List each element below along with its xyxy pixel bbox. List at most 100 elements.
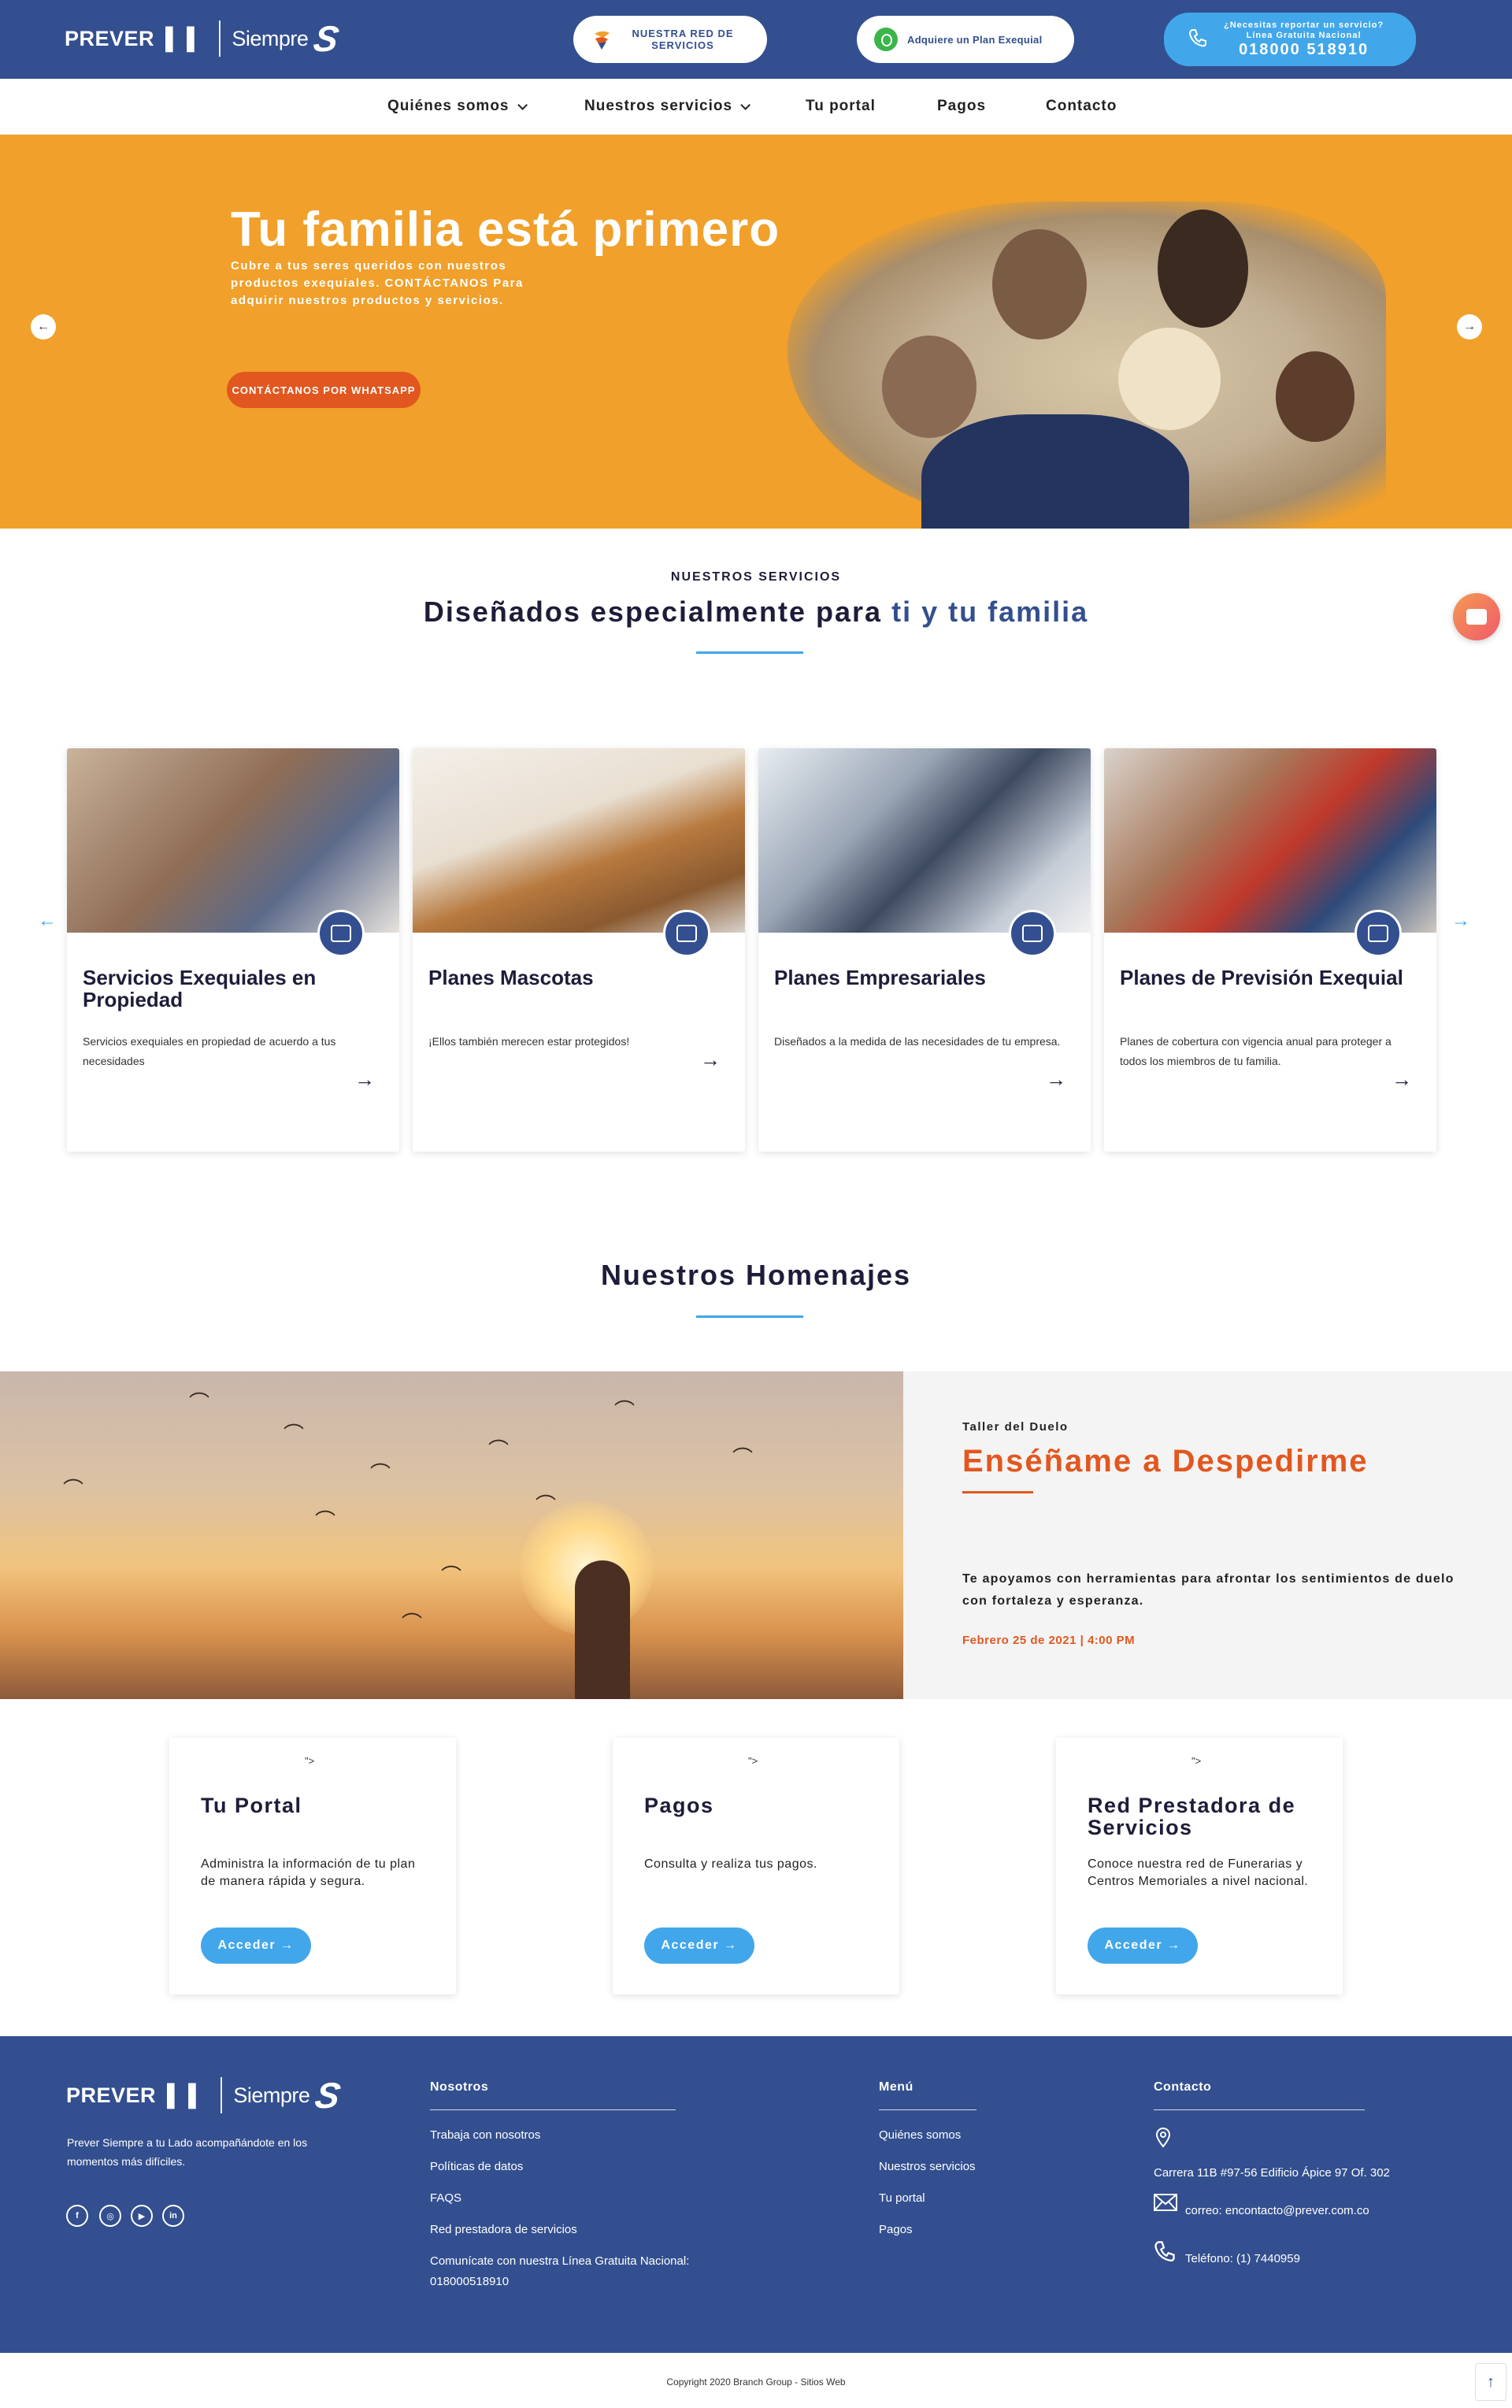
whatsapp-plan-label: Adquiere un Plan Exequial (907, 33, 1043, 46)
hero-prev-arrow-icon[interactable]: ← (31, 314, 56, 339)
copyright-bar: Copyright 2020 Branch Group - Sitios Web (0, 2353, 1512, 2408)
homenajes-title: Nuestros Homenajes (600, 1259, 912, 1291)
linkedin-icon[interactable]: in (162, 2205, 184, 2227)
main-nav: Quiénes somos Nuestros servicios Tu port… (0, 79, 1512, 135)
footer-link-trabaja[interactable]: Trabaja con nosotros (430, 2125, 540, 2146)
brand-swoosh-icon: S (312, 2075, 344, 2116)
service-card-image (67, 748, 399, 933)
footer-nosotros-heading: Nosotros (430, 2080, 489, 2094)
red-prestadora-card: "> Red Prestadora de Servicios Conoce nu… (1056, 1738, 1343, 1994)
pets-icon (663, 910, 710, 957)
report-phone-number: 018000 518910 (1239, 40, 1369, 58)
report-line-1: ¿Necesitas reportar un servicio? (1224, 20, 1384, 30)
homenaje-description: Te apoyamos con herramientas para afront… (962, 1572, 1455, 1608)
nav-pagos[interactable]: Pagos (937, 98, 986, 115)
brand-prever: PREVER (66, 2083, 157, 2107)
service-card-desc: Diseñados a la medida de las necesidades… (774, 1035, 1061, 1048)
portal-card-desc: Administra la información de tu plan de … (201, 1857, 416, 1888)
arrow-right-icon[interactable]: → (1392, 1067, 1412, 1092)
footer-tagline: Prever Siempre a tu Lado acompañándote e… (67, 2136, 308, 2168)
report-line-2: Línea Gratuita Nacional (1246, 30, 1362, 40)
hero-whatsapp-button[interactable]: CONTÁCTANOS POR WHATSAPP (227, 372, 421, 408)
business-icon (1009, 910, 1056, 957)
nav-tu-portal[interactable]: Tu portal (806, 98, 876, 115)
red-servicios-label: NUESTRA RED DE SERVICIOS (632, 28, 734, 51)
hero-next-arrow-icon[interactable]: → (1457, 314, 1482, 339)
footer-address: Carrera 11B #97-56 Edificio Ápice 97 Of.… (1154, 2166, 1390, 2180)
footer-menu-quienes[interactable]: Quiénes somos (879, 2125, 961, 2146)
pagos-card-title: Pagos (644, 1794, 714, 1817)
brand-divider (219, 20, 221, 57)
service-card[interactable]: Planes de Previsión Exequial Planes de c… (1104, 748, 1436, 1152)
homenajes-underline (696, 1315, 803, 1318)
hero-family-photo (788, 202, 1386, 529)
nav-label: Nuestros servicios (584, 98, 733, 114)
footer-link-red[interactable]: Red prestadora de servicios (430, 2220, 577, 2240)
footer-menu-pagos[interactable]: Pagos (879, 2220, 913, 2240)
pagos-access-button[interactable]: Acceder → (644, 1928, 754, 1964)
hero-subtitle: Cubre a tus seres queridos con nuestros … (231, 259, 524, 307)
service-card-title: Servicios Exequiales en Propiedad (83, 966, 317, 1011)
red-prestadora-access-button[interactable]: Acceder → (1088, 1928, 1198, 1964)
brand-siempre: Siempre (232, 26, 309, 50)
hero-slider: Tu familia está primero Cubre a tus sere… (0, 135, 1512, 529)
homenaje-date: Febrero 25 de 2021 | 4:00 PM (962, 1634, 1136, 1647)
card-symbol: "> (748, 1755, 758, 1767)
homenaje-headline[interactable]: Enséñame a Despedirme (962, 1444, 1369, 1479)
brand-logo[interactable]: PREVER ▌▌ Siempre S (65, 17, 343, 60)
nav-quienes-somos[interactable]: Quiénes somos (387, 98, 528, 115)
chat-icon[interactable] (1453, 593, 1500, 640)
services-prev-arrow-icon[interactable]: ← (38, 910, 57, 932)
service-card[interactable]: Servicios Exequiales en Propiedad Servic… (67, 748, 399, 1152)
service-card-desc: Planes de cobertura con vigencia anual p… (1120, 1035, 1392, 1067)
hero-title: Tu familia está primero (231, 202, 780, 257)
instagram-icon[interactable]: ◎ (99, 2205, 121, 2227)
footer-link-linea[interactable]: Comunícate con nuestra Línea Gratuita Na… (430, 2251, 745, 2292)
nav-label: Pagos (937, 98, 987, 114)
service-card-desc: Servicios exequiales en propiedad de acu… (83, 1035, 336, 1067)
service-card-title: Planes Mascotas (428, 966, 594, 989)
footer-menu-servicios[interactable]: Nuestros servicios (879, 2157, 976, 2177)
footer-phone[interactable]: Teléfono: (1) 7440959 (1185, 2249, 1300, 2269)
footer-logo[interactable]: PREVER ▌▌ Siempre S (66, 2074, 344, 2117)
footer-email[interactable]: correo: encontacto@prever.com.co (1185, 2201, 1369, 2221)
services-underline (696, 651, 803, 654)
pagos-card-desc: Consulta y realiza tus pagos. (644, 1857, 817, 1871)
brand-swoosh-icon: S (310, 18, 343, 59)
location-pin-icon (1154, 2128, 1172, 2153)
back-to-top-icon[interactable]: ↑ (1475, 2363, 1506, 2401)
whatsapp-plan-button[interactable]: Adquiere un Plan Exequial (857, 16, 1074, 63)
youtube-icon[interactable]: ▶ (131, 2205, 153, 2227)
footer-link-politicas[interactable]: Políticas de datos (430, 2157, 523, 2177)
top-bar: PREVER ▌▌ Siempre S NUESTRA RED DE SERVI… (0, 0, 1512, 79)
service-card[interactable]: Planes Mascotas ¡Ellos también merecen e… (413, 748, 745, 1152)
service-card-image (413, 748, 745, 933)
homenaje-divider (962, 1491, 1033, 1493)
mail-icon (1154, 2193, 1177, 2217)
report-service-phone[interactable]: ¿Necesitas reportar un servicio? Línea G… (1164, 13, 1416, 66)
portal-access-button[interactable]: Acceder → (201, 1928, 311, 1964)
arrow-right-icon[interactable]: → (700, 1048, 721, 1072)
copyright-text[interactable]: Copyright 2020 Branch Group - Sitios Web (0, 2376, 1512, 2388)
footer-divider (1154, 2109, 1365, 2110)
footer-menu-portal[interactable]: Tu portal (879, 2188, 925, 2209)
nav-contacto[interactable]: Contacto (1046, 98, 1117, 115)
card-symbol: "> (1191, 1755, 1202, 1767)
service-card-image (758, 748, 1091, 933)
service-card-image (1104, 748, 1436, 933)
red-servicios-button[interactable]: NUESTRA RED DE SERVICIOS (573, 16, 767, 63)
facebook-icon[interactable]: f (66, 2205, 88, 2227)
phone-icon (1188, 28, 1208, 52)
brand-bars: ▌▌ (167, 2083, 210, 2107)
nav-label: Tu portal (806, 98, 876, 114)
service-card-title: Planes de Previsión Exequial (1120, 966, 1403, 989)
services-title-accent: ti y tu familia (891, 596, 1089, 628)
arrow-right-icon[interactable]: → (1046, 1067, 1066, 1092)
service-card[interactable]: Planes Empresariales Diseñados a la medi… (758, 748, 1091, 1152)
footer-contacto-heading: Contacto (1154, 2080, 1212, 2094)
services-next-arrow-icon[interactable]: → (1451, 910, 1470, 932)
nav-nuestros-servicios[interactable]: Nuestros servicios (584, 98, 751, 115)
arrow-right-icon[interactable]: → (354, 1067, 375, 1092)
footer-link-faqs[interactable]: FAQS (430, 2188, 461, 2209)
nav-label: Quiénes somos (387, 98, 510, 114)
